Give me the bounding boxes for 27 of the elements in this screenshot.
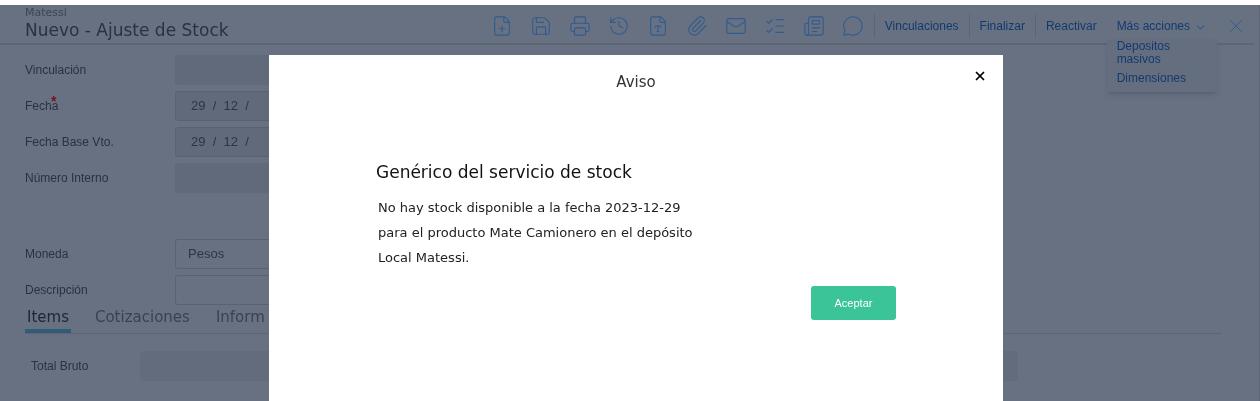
printer-icon[interactable]: [568, 15, 591, 37]
accept-button[interactable]: Aceptar: [811, 286, 896, 320]
field-label: Número Interno: [25, 170, 110, 187]
field-label: Total Bruto: [30, 358, 90, 375]
newspaper-icon[interactable]: [802, 15, 825, 37]
envelope-icon[interactable]: [724, 15, 747, 37]
close-icon[interactable]: [973, 69, 987, 83]
dialog-title: Aviso: [616, 71, 656, 93]
field-label: Vinculación: [25, 62, 88, 79]
save-icon[interactable]: [529, 15, 552, 37]
field-label: Moneda: [25, 246, 70, 263]
paperclip-icon[interactable]: [685, 15, 708, 37]
dialog-message: No hay stock disponible a la fecha 2023-12-29 para el producto Mate Camionero en el depósito Local Matessi.: [378, 199, 693, 267]
tab[interactable]: Items: [25, 308, 71, 333]
field-label: Fecha*: [25, 97, 60, 115]
history-icon[interactable]: [607, 15, 630, 37]
menu-item[interactable]: Dimensiones: [1116, 71, 1207, 86]
dialog-heading: Genérico del servicio de stock: [376, 161, 633, 183]
action-link[interactable]: Finalizar: [979, 17, 1025, 35]
action-link[interactable]: Reactivar: [1045, 17, 1097, 35]
page-title: Nuevo - Ajuste de Stock: [25, 19, 229, 41]
action-link[interactable]: Vinculaciones: [884, 17, 959, 35]
field-label: Fecha Base Vto.: [25, 134, 115, 151]
field-label: Descripción: [25, 282, 89, 299]
menu-item[interactable]: Depositos masivos: [1116, 39, 1207, 67]
more-actions-button[interactable]: Más acciones: [1116, 17, 1207, 35]
speech-bubble-icon[interactable]: [841, 15, 864, 37]
